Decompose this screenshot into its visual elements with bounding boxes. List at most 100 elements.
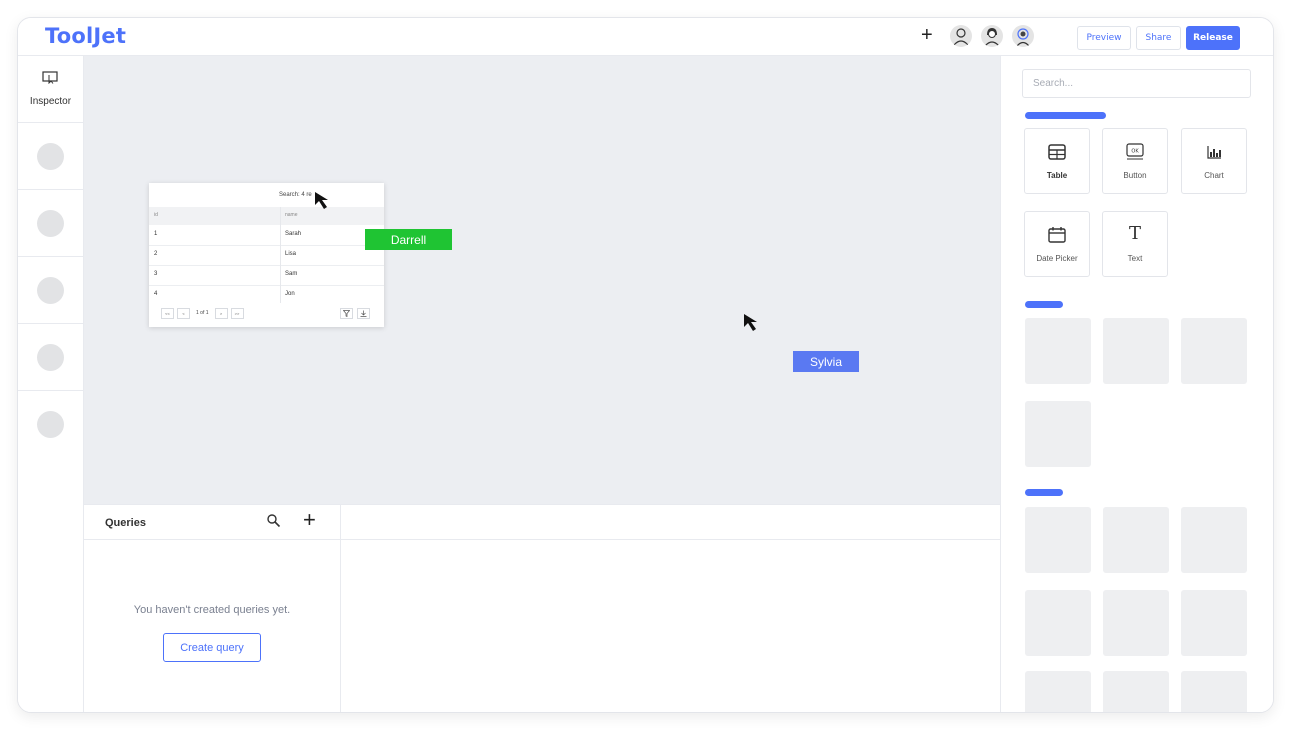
column-divider xyxy=(280,207,281,303)
component-text[interactable]: T Text xyxy=(1102,211,1168,277)
table-row[interactable]: 2 Lisa xyxy=(149,245,384,266)
component-label: Button xyxy=(1123,171,1147,180)
button-icon: OK xyxy=(1126,143,1144,160)
table-widget[interactable]: Search: 4 re id name 1 Sarah 2 Lisa 3 Sa… xyxy=(149,183,384,327)
table-icon xyxy=(1048,144,1066,160)
page-indicator: 1 of 1 xyxy=(196,310,209,316)
calendar-icon xyxy=(1048,227,1066,243)
cell-name: Sam xyxy=(285,271,298,277)
last-page-button[interactable]: >> xyxy=(230,307,244,319)
component-table[interactable]: Table xyxy=(1024,128,1090,194)
component-label: Chart xyxy=(1204,171,1224,180)
sidebar-item[interactable] xyxy=(18,257,83,324)
components-panel: Table OK Button Chart xyxy=(1000,56,1273,712)
component-date-picker[interactable]: Date Picker xyxy=(1024,211,1090,277)
placeholder-icon xyxy=(37,277,64,304)
top-bar: ToolJet + Preview Share Release xyxy=(18,18,1273,56)
component-placeholder xyxy=(1103,671,1169,712)
cell-id: 1 xyxy=(154,231,158,237)
collaborator-tag-darrell: Darrell xyxy=(365,229,452,250)
avatar[interactable] xyxy=(950,25,972,47)
create-query-button[interactable]: Create query xyxy=(163,633,261,662)
table-row[interactable]: 1 Sarah xyxy=(149,225,384,246)
sidebar-item[interactable] xyxy=(18,324,83,391)
component-label: Text xyxy=(1127,254,1143,263)
add-query-icon[interactable]: + xyxy=(303,509,316,531)
text-icon: T xyxy=(1128,223,1141,244)
component-placeholder xyxy=(1103,590,1169,656)
section-heading xyxy=(1025,489,1063,496)
table-search-label: Search: xyxy=(279,192,300,198)
component-label: Table xyxy=(1046,171,1068,180)
cell-id: 2 xyxy=(154,251,158,257)
cell-name: Lisa xyxy=(285,251,297,257)
component-placeholder xyxy=(1103,318,1169,384)
component-placeholder xyxy=(1025,507,1091,573)
share-button[interactable]: Share xyxy=(1136,26,1181,50)
component-placeholder xyxy=(1181,318,1247,384)
component-button[interactable]: OK Button xyxy=(1102,128,1168,194)
component-placeholder xyxy=(1025,671,1091,712)
component-chart[interactable]: Chart xyxy=(1181,128,1247,194)
component-search-input[interactable] xyxy=(1022,69,1251,98)
cell-name: Sarah xyxy=(285,231,302,237)
queries-empty-text: You haven't created queries yet. xyxy=(133,604,291,616)
avatar[interactable] xyxy=(1012,25,1034,47)
sidebar-item[interactable] xyxy=(18,190,83,257)
component-label: Date Picker xyxy=(1036,254,1078,263)
component-placeholder xyxy=(1181,590,1247,656)
table-search[interactable]: Search: 4 re xyxy=(279,192,312,198)
preview-button[interactable]: Preview xyxy=(1077,26,1131,50)
column-header-id[interactable]: id xyxy=(154,212,158,218)
sidebar-item[interactable] xyxy=(18,123,83,190)
query-editor-header xyxy=(341,505,1000,540)
app-canvas[interactable]: Search: 4 re id name 1 Sarah 2 Lisa 3 Sa… xyxy=(84,56,1000,504)
component-placeholder xyxy=(1025,590,1091,656)
component-placeholder xyxy=(1181,671,1247,712)
app-window: ToolJet + Preview Share Release Inspecto… xyxy=(17,17,1274,713)
sidebar-item-label: Inspector xyxy=(29,96,72,107)
avatar[interactable] xyxy=(981,25,1003,47)
placeholder-icon xyxy=(37,344,64,371)
chart-icon xyxy=(1207,146,1221,159)
table-row[interactable]: 3 Sam xyxy=(149,265,384,286)
placeholder-icon xyxy=(37,143,64,170)
table-tools xyxy=(340,308,370,319)
svg-text:OK: OK xyxy=(1131,149,1139,155)
component-placeholder xyxy=(1025,318,1091,384)
inspector-icon xyxy=(42,71,58,84)
left-sidebar: Inspector xyxy=(18,56,84,712)
section-heading xyxy=(1025,301,1063,308)
prev-page-button[interactable]: < xyxy=(177,307,190,319)
placeholder-icon xyxy=(37,411,64,438)
component-placeholder xyxy=(1181,507,1247,573)
table-row[interactable]: 4 Jon xyxy=(149,285,384,305)
placeholder-icon xyxy=(37,210,64,237)
search-icon[interactable] xyxy=(266,513,282,529)
add-collaborator-icon[interactable]: + xyxy=(921,24,933,46)
cursor-icon xyxy=(744,314,757,331)
cell-id: 4 xyxy=(154,291,158,297)
section-heading xyxy=(1025,112,1106,119)
release-button[interactable]: Release xyxy=(1186,26,1240,50)
cursor-icon xyxy=(315,192,328,209)
table-search-input[interactable]: 4 re xyxy=(301,192,311,198)
component-placeholder xyxy=(1025,401,1091,467)
queries-header: Queries + xyxy=(84,505,340,540)
first-page-button[interactable]: << xyxy=(161,307,174,319)
sidebar-item-inspector[interactable]: Inspector xyxy=(18,56,83,123)
sidebar-item[interactable] xyxy=(18,391,83,457)
queries-panel: Queries + You haven't created queries ye… xyxy=(84,504,341,712)
filter-icon[interactable] xyxy=(340,308,353,319)
queries-title: Queries xyxy=(105,517,146,529)
cell-id: 3 xyxy=(154,271,158,277)
download-icon[interactable] xyxy=(357,308,370,319)
table-pagination: << < 1 of 1 > >> xyxy=(161,307,244,319)
query-editor[interactable] xyxy=(341,504,1000,712)
next-page-button[interactable]: > xyxy=(214,307,228,319)
tooljet-logo[interactable]: ToolJet xyxy=(45,24,126,48)
column-header-name[interactable]: name xyxy=(285,212,298,218)
collaborator-tag-sylvia: Sylvia xyxy=(793,351,859,372)
table-header: id name xyxy=(149,207,384,225)
component-placeholder xyxy=(1103,507,1169,573)
